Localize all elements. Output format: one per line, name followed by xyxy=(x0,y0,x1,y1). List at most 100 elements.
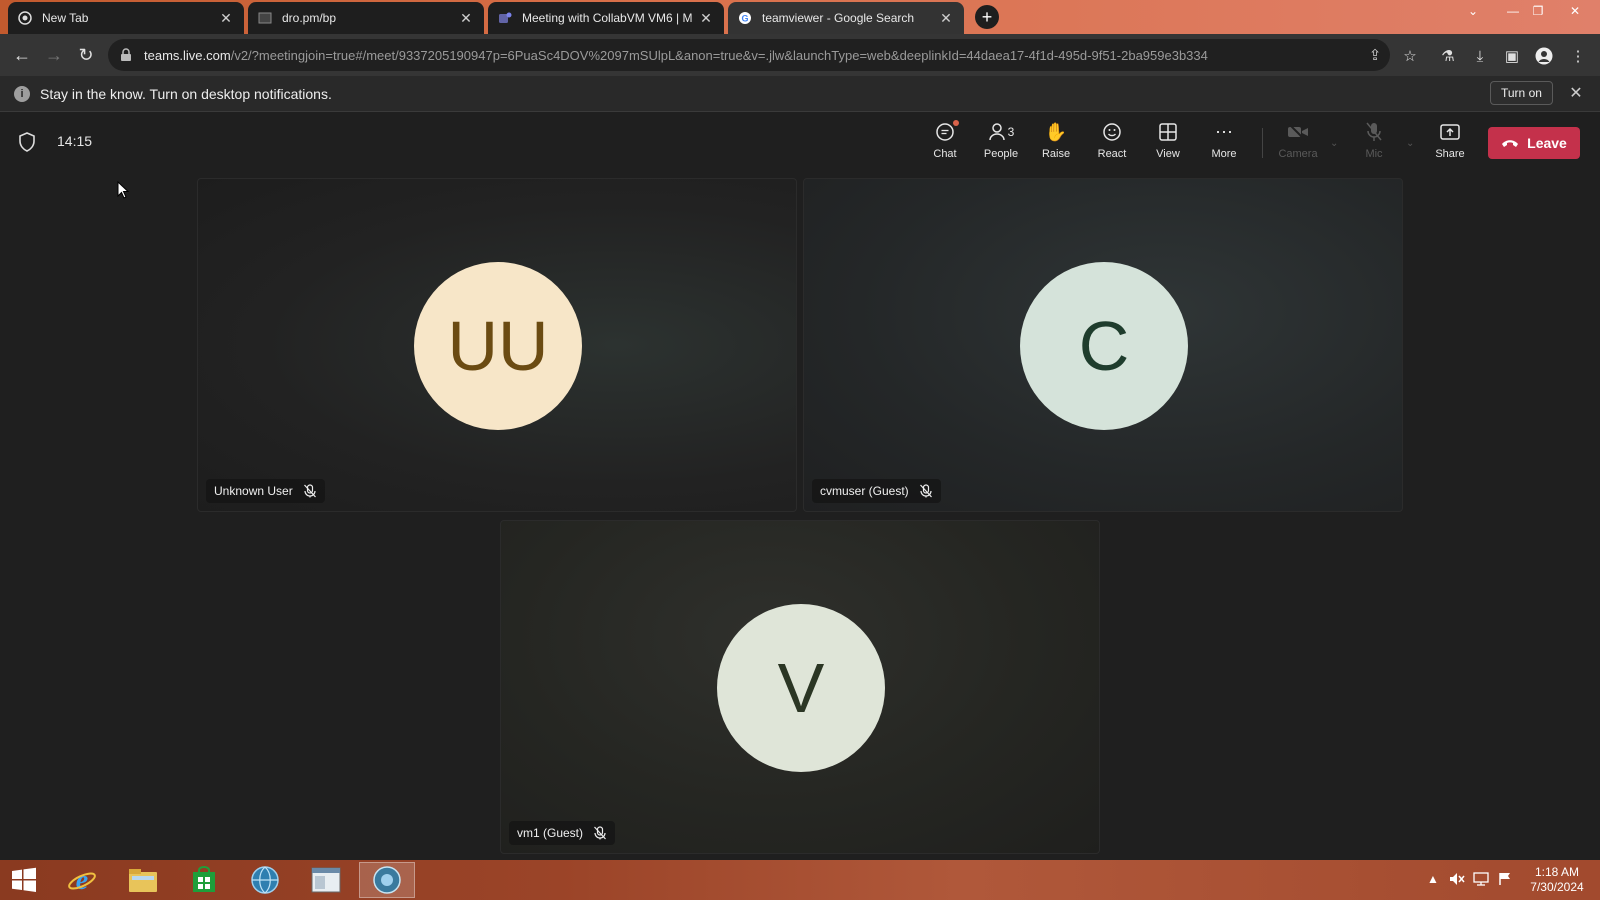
minimize-icon[interactable]: — xyxy=(1500,0,1526,22)
info-icon: i xyxy=(14,85,30,102)
show-hidden-icons-icon[interactable]: ▲ xyxy=(1424,870,1442,888)
mic-muted-icon xyxy=(303,484,317,498)
mic-off-icon xyxy=(1366,120,1382,144)
mic-button[interactable]: Mic xyxy=(1346,120,1402,166)
download-icon[interactable]: ⤓ xyxy=(1470,46,1490,66)
react-label: React xyxy=(1097,148,1127,160)
clock-time: 1:18 AM xyxy=(1534,865,1580,879)
hang-up-phone-icon xyxy=(1501,135,1519,151)
close-icon[interactable]: ✕ xyxy=(1566,83,1586,103)
svg-text:e: e xyxy=(76,865,88,895)
people-label: People xyxy=(983,148,1019,160)
leave-button[interactable]: Leave xyxy=(1488,127,1580,159)
tab-title: dro.pm/bp xyxy=(282,11,337,25)
tab-title: teamviewer - Google Search xyxy=(762,11,915,25)
url-text: teams.live.com/v2/?meetingjoin=true#/mee… xyxy=(144,47,1208,63)
mic-muted-icon xyxy=(919,484,933,498)
notification-text: Stay in the know. Turn on desktop notifi… xyxy=(40,85,332,102)
close-tab-icon[interactable]: ✕ xyxy=(698,10,714,26)
new-tab-button[interactable]: + xyxy=(975,5,999,29)
participant-tile[interactable]: C cvmuser (Guest) xyxy=(803,178,1403,512)
grid-view-icon xyxy=(1159,120,1177,144)
people-button[interactable]: 3 People xyxy=(973,120,1029,166)
speaker-muted-icon[interactable] xyxy=(1448,870,1466,888)
browser-tab-strip: New Tab ✕ dro.pm/bp ✕ Meeting with Colla… xyxy=(0,0,1600,34)
smiley-icon xyxy=(1102,120,1122,144)
meeting-timer: 14:15 xyxy=(57,133,93,149)
tab-title: New Tab xyxy=(42,11,89,25)
tab-google-search[interactable]: G teamviewer - Google Search ✕ xyxy=(728,2,964,34)
windows-taskbar: e ▲ 1:18 AM 7/30/2024 xyxy=(0,860,1600,900)
participant-name-tag: cvmuser (Guest) xyxy=(812,479,941,503)
action-center-flag-icon[interactable] xyxy=(1496,870,1514,888)
unread-dot xyxy=(953,120,959,126)
camera-button[interactable]: Camera xyxy=(1270,120,1326,166)
back-arrow-icon[interactable]: ← xyxy=(10,43,34,67)
notification-bar: i Stay in the know. Turn on desktop noti… xyxy=(0,76,1600,112)
close-tab-icon[interactable]: ✕ xyxy=(218,10,234,26)
bookmark-star-icon[interactable]: ☆ xyxy=(1400,46,1420,66)
camera-off-icon xyxy=(1287,120,1309,144)
labs-flask-icon[interactable]: ⚗ xyxy=(1438,46,1458,66)
view-button[interactable]: View xyxy=(1140,120,1196,166)
raise-hand-button[interactable]: ✋ Raise xyxy=(1028,120,1084,166)
more-dots-icon: ⋯ xyxy=(1215,121,1233,142)
avatar: C xyxy=(1020,262,1188,430)
tab-new-tab[interactable]: New Tab ✕ xyxy=(8,2,244,34)
avatar: V xyxy=(717,604,885,772)
reload-icon[interactable]: ↻ xyxy=(74,43,98,67)
svg-text:G: G xyxy=(741,14,748,24)
restore-icon[interactable]: ❐ xyxy=(1525,0,1551,22)
page-icon xyxy=(258,11,272,25)
close-tab-icon[interactable]: ✕ xyxy=(938,10,954,26)
turn-on-button[interactable]: Turn on xyxy=(1490,81,1553,105)
browser-toolbar: ← → ↻ teams.live.com/v2/?meetingjoin=tru… xyxy=(0,34,1600,76)
mic-muted-icon xyxy=(593,826,607,840)
system-clock[interactable]: 1:18 AM 7/30/2024 xyxy=(1522,865,1592,895)
network-icon[interactable] xyxy=(1472,870,1490,888)
more-button[interactable]: ⋯ More xyxy=(1196,120,1252,166)
share-label: Share xyxy=(1435,148,1465,160)
kebab-menu-icon[interactable]: ⋮ xyxy=(1568,46,1588,66)
participant-tile[interactable]: V vm1 (Guest) xyxy=(500,520,1100,854)
mic-options-chevron-icon[interactable]: ⌄ xyxy=(1406,138,1414,149)
participant-name-tag: Unknown User xyxy=(206,479,325,503)
avatar: UU xyxy=(414,262,582,430)
people-count: 3 xyxy=(1007,125,1015,139)
camera-options-chevron-icon[interactable]: ⌄ xyxy=(1330,138,1338,149)
more-label: More xyxy=(1211,148,1237,160)
start-icon[interactable] xyxy=(0,862,48,898)
close-tab-icon[interactable]: ✕ xyxy=(458,10,474,26)
chrome-globe-icon[interactable] xyxy=(359,862,415,898)
meeting-control-bar: 14:15 Chat 3 People ✋ Raise React View ⋯… xyxy=(0,112,1600,172)
teams-icon xyxy=(498,11,512,25)
hand-icon: ✋ xyxy=(1044,121,1068,142)
participant-name-tag: vm1 (Guest) xyxy=(509,821,616,845)
share-page-icon[interactable]: ⇪ xyxy=(1366,46,1384,64)
people-icon: 3 xyxy=(988,120,1015,144)
participant-tile[interactable]: UU Unknown User xyxy=(197,178,797,512)
chrome-icon xyxy=(18,11,32,25)
side-panel-icon[interactable]: ▣ xyxy=(1502,46,1522,66)
leave-label: Leave xyxy=(1527,135,1567,151)
network-globe-icon[interactable] xyxy=(237,862,293,898)
view-label: View xyxy=(1156,148,1180,160)
store-icon[interactable] xyxy=(176,862,232,898)
close-window-icon[interactable]: ✕ xyxy=(1562,0,1588,22)
shield-icon[interactable] xyxy=(18,132,36,152)
tab-dro-pm[interactable]: dro.pm/bp ✕ xyxy=(248,2,484,34)
address-bar[interactable]: teams.live.com/v2/?meetingjoin=true#/mee… xyxy=(108,39,1390,71)
share-button[interactable]: Share xyxy=(1422,120,1478,166)
react-button[interactable]: React xyxy=(1084,120,1140,166)
window-icon[interactable] xyxy=(298,862,354,898)
profile-icon[interactable] xyxy=(1534,46,1554,66)
chat-icon xyxy=(935,120,959,144)
participant-name: Unknown User xyxy=(214,484,293,498)
forward-arrow-icon[interactable]: → xyxy=(42,43,66,67)
chat-button[interactable]: Chat xyxy=(917,120,973,166)
tab-teams-meeting[interactable]: Meeting with CollabVM VM6 | M ✕ xyxy=(488,2,724,34)
tab-search-chevron-icon[interactable]: ⌄ xyxy=(1460,0,1486,22)
participant-name: cvmuser (Guest) xyxy=(820,484,909,498)
file-explorer-icon[interactable] xyxy=(115,862,171,898)
internet-explorer-icon[interactable]: e xyxy=(54,862,110,898)
